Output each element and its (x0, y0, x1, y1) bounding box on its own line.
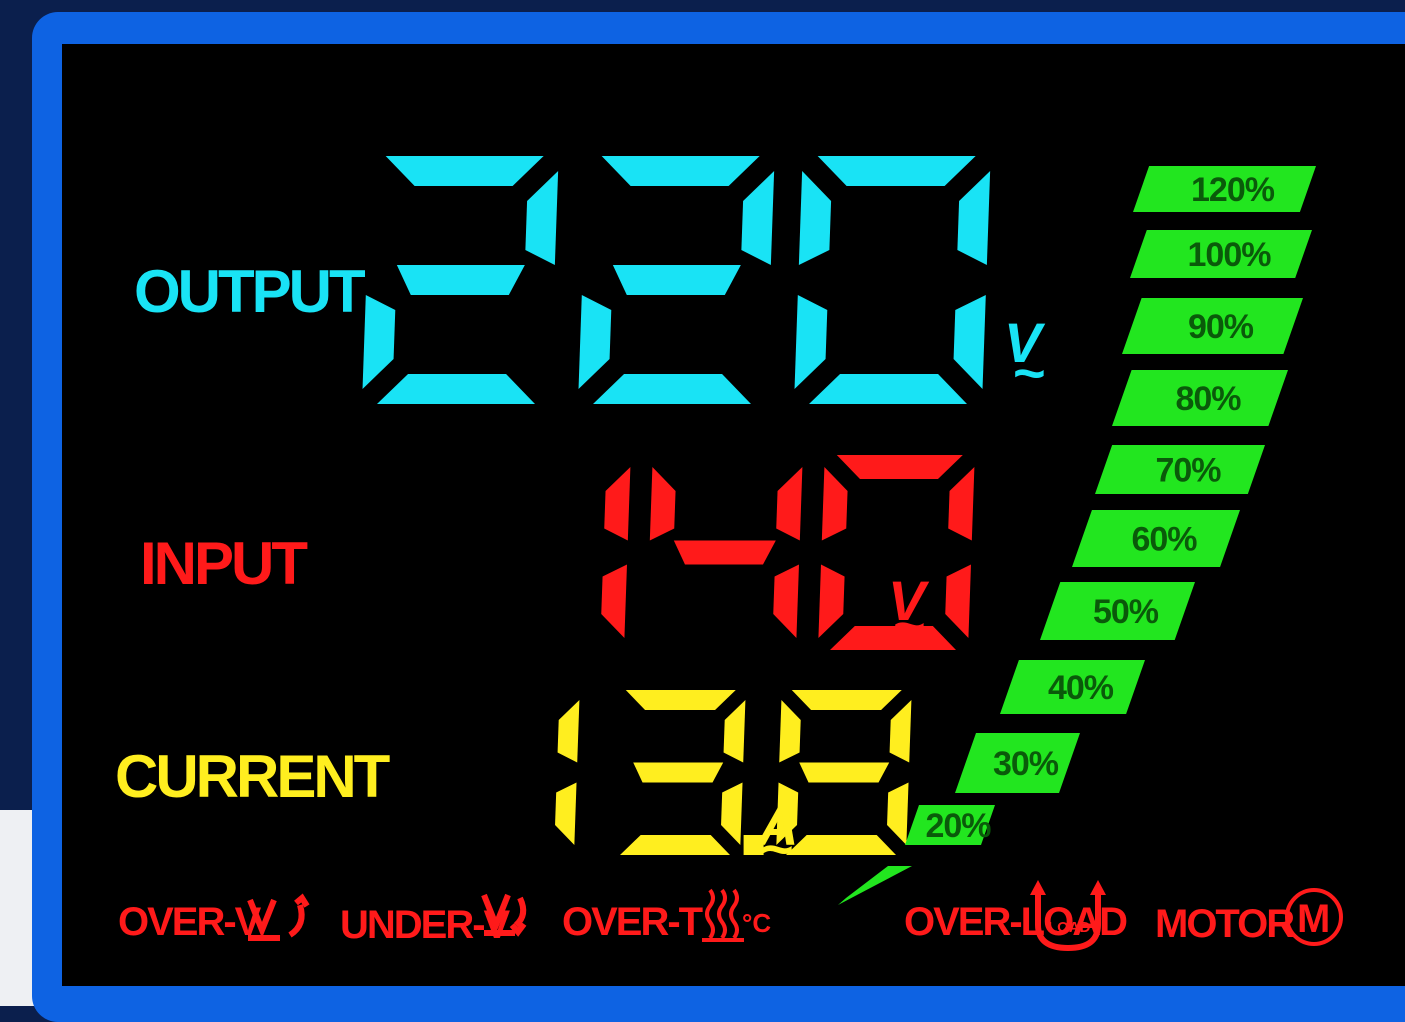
input-segment (818, 564, 845, 638)
current-ac-symbol: ~ (760, 817, 793, 880)
input-label: INPUT (140, 530, 307, 597)
input-segment (604, 467, 631, 541)
motor-indicator: MOTOR M (1155, 888, 1343, 946)
load-bar-label: 60% (1131, 521, 1197, 559)
output-digit (578, 156, 775, 404)
output-segment (362, 295, 396, 389)
under-voltage-indicator: UNDER-V (340, 893, 527, 947)
output-segment (396, 265, 525, 295)
input-segment (948, 467, 975, 541)
output-segment (741, 171, 775, 265)
current-segment (799, 762, 890, 783)
output-segment (385, 156, 544, 186)
overload-indicator: OVER-LOAD LOAD (904, 880, 1129, 952)
output-segment (525, 171, 559, 265)
motor-label: MOTOR (1155, 902, 1295, 946)
input-segment (773, 564, 799, 638)
heat-icon (702, 888, 744, 942)
current-readout (555, 690, 912, 855)
output-digit (794, 156, 991, 404)
load-bar-label: 40% (1048, 669, 1114, 707)
current-segment (889, 700, 912, 763)
load-bar-label: 100% (1188, 236, 1272, 274)
output-segment (794, 295, 828, 389)
under-v-label: UNDER-V (340, 903, 511, 947)
over-voltage-indicator: OVER-V (118, 893, 310, 944)
input-ac-symbol: ~ (892, 594, 925, 657)
output-segment (817, 156, 976, 186)
input-segment (821, 467, 848, 541)
current-segment (557, 700, 580, 763)
output-segment (601, 156, 760, 186)
load-bar-tail (838, 866, 912, 905)
input-digit (601, 467, 631, 638)
current-label: CURRENT (115, 743, 390, 810)
load-bar-label: 50% (1093, 593, 1159, 631)
current-segment (779, 700, 801, 763)
output-segment (377, 374, 535, 404)
motor-icon-text: M (1297, 897, 1330, 941)
load-bar-label: 70% (1155, 452, 1221, 490)
current-digit (555, 700, 580, 845)
output-segment (578, 295, 612, 389)
load-bar-label: 80% (1175, 380, 1241, 418)
current-segment (887, 782, 909, 845)
input-segment (649, 467, 676, 541)
output-segment (798, 171, 832, 265)
input-segment (776, 467, 803, 541)
current-digit (620, 690, 746, 855)
temp-unit: °C (742, 908, 771, 938)
output-segment (612, 265, 741, 295)
over-temperature-indicator: OVER-T °C (562, 888, 771, 944)
current-segment (555, 782, 577, 845)
load-bar-label: 30% (993, 745, 1059, 783)
input-digit (649, 467, 803, 638)
load-bar-label: 90% (1188, 308, 1254, 346)
motor-icon: M (1285, 888, 1343, 946)
over-t-label: OVER-T (562, 900, 703, 944)
output-segment (953, 295, 986, 389)
current-segment (625, 690, 736, 710)
current-segment (723, 700, 746, 763)
input-segment (836, 455, 963, 479)
output-segment (957, 171, 991, 265)
output-voltage-readout (362, 156, 991, 404)
current-segment (791, 690, 902, 710)
current-segment (633, 762, 724, 783)
output-digit (362, 156, 559, 404)
output-segment (809, 374, 967, 404)
current-segment (620, 835, 730, 855)
load-bar-label: 120% (1191, 171, 1275, 209)
current-segment (786, 835, 896, 855)
output-label: OUTPUT (134, 258, 365, 325)
over-v-label: OVER-V (118, 900, 262, 944)
load-bar-label: 20% (925, 807, 991, 845)
current-segment (721, 782, 743, 845)
load-level-bar: 20%30% 40% 50% 60% 70% 80% 90% 100% 120% (838, 166, 1316, 905)
output-ac-symbol: ~ (1012, 341, 1045, 404)
output-segment (593, 374, 751, 404)
input-segment (601, 564, 627, 638)
lcd-display: OUTPUT INPUT CURRENT V ~ V ~ A ~ 20%30%4… (115, 156, 1343, 952)
input-segment (945, 564, 971, 638)
load-icon-text: LOAD (1048, 919, 1091, 936)
input-segment (673, 540, 776, 565)
